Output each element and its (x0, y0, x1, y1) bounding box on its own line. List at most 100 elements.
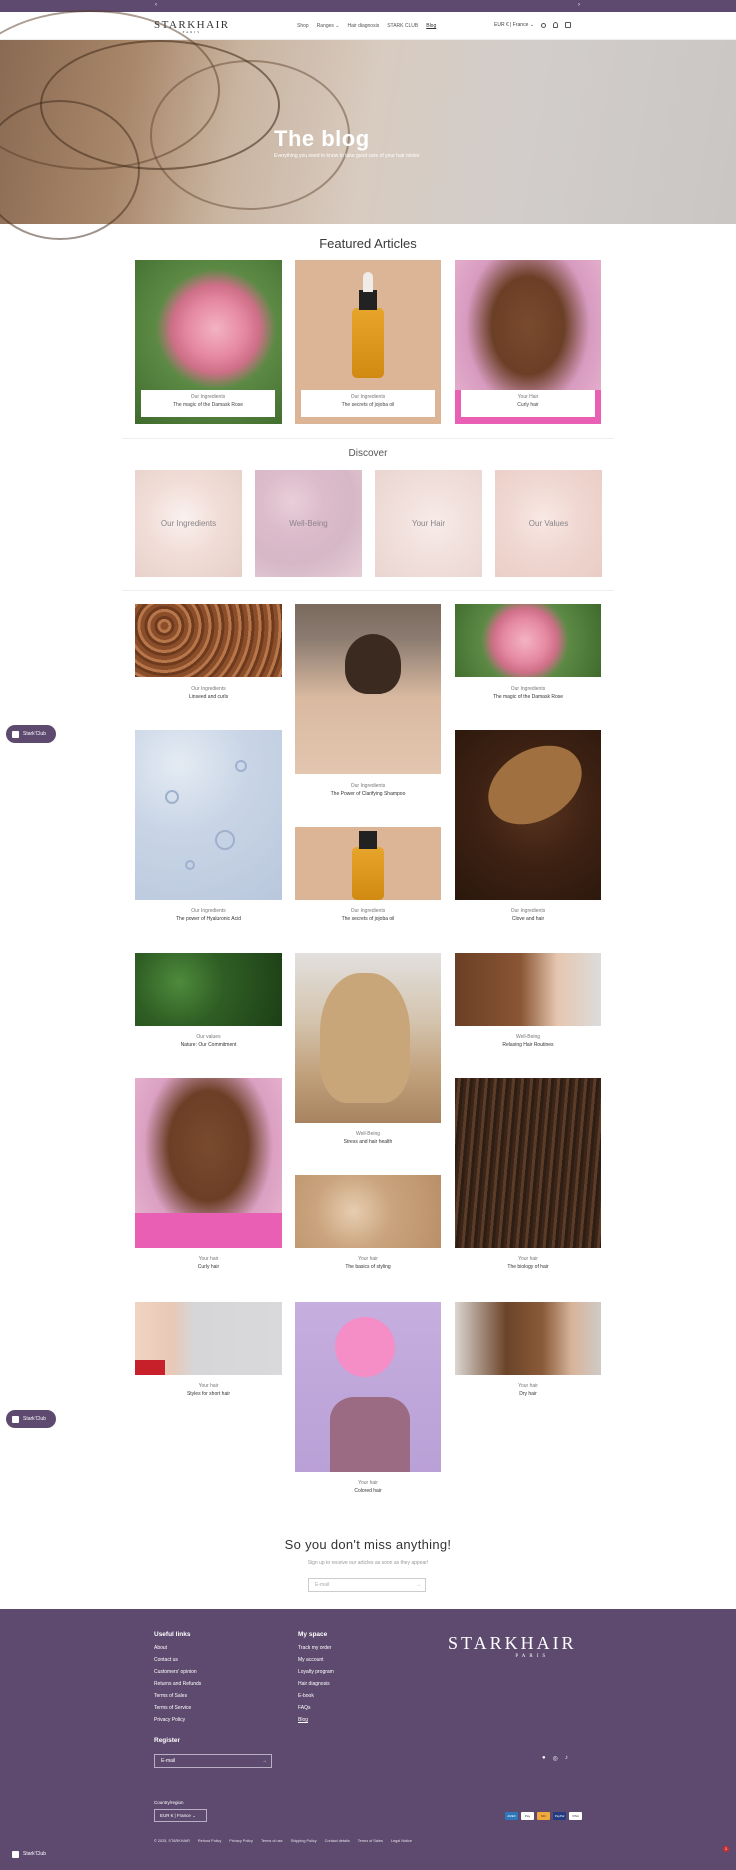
footer-link[interactable]: Terms of Sales (154, 1693, 201, 1699)
featured-card[interactable]: Our Ingredients The secrets of jojoba oil (295, 260, 441, 424)
stark-club-button[interactable]: Stark'Club (6, 1846, 56, 1862)
hero-banner: The blog Everything you need to know to … (0, 10, 736, 240)
article-caption[interactable]: Our Ingredients The magic of the Damask R… (455, 686, 601, 700)
nav-shop[interactable]: Shop (297, 23, 309, 29)
colored-hair-image[interactable] (295, 1302, 441, 1472)
featured-title: Featured Articles (319, 236, 417, 251)
featured-card[interactable]: Our Ingredients The magic of the Damask R… (135, 260, 282, 424)
article-caption[interactable]: Well-Being Relaxing Hair Routines (455, 1034, 601, 1048)
cart-icon[interactable] (564, 22, 571, 28)
account-icon[interactable] (552, 22, 558, 28)
my-space-links: My space Track my order My account Loyal… (298, 1631, 334, 1723)
dry-hair-image[interactable] (455, 1302, 601, 1375)
featured-caption: Our Ingredients The secrets of jojoba oil (301, 390, 435, 417)
article-caption[interactable]: Your hair The biology of hair (455, 1256, 601, 1270)
payment-icons: AMEX Pay MC PayPal VISA (505, 1812, 582, 1820)
discover-our-ingredients[interactable]: Our Ingredients (135, 470, 242, 577)
nav-stark-club[interactable]: STARK CLUB (387, 23, 418, 29)
legal-link[interactable]: Terms of Sales (358, 1839, 383, 1843)
footer-link[interactable]: Terms of Service (154, 1705, 201, 1711)
nav-ranges[interactable]: Ranges ⌄ (317, 23, 340, 29)
social-links: ● ◎ ♪ (542, 1755, 568, 1762)
nature-leaves-image[interactable] (135, 953, 282, 1026)
rose-image[interactable] (455, 604, 601, 677)
discover-well-being[interactable]: Well-Being (255, 470, 362, 577)
chevron-right-icon[interactable]: › (578, 2, 580, 8)
legal-link[interactable]: Terms of use (261, 1839, 283, 1843)
legal-links: © 2025, STARKHAIR Refund Policy Privacy … (154, 1839, 412, 1843)
search-icon[interactable] (540, 22, 546, 28)
arrow-right-icon[interactable]: → (416, 1582, 421, 1588)
article-caption[interactable]: Our Ingredients Clove and hair (455, 908, 601, 922)
article-caption[interactable]: Your hair Colored hair (295, 1480, 441, 1494)
short-hair-image[interactable] (135, 1302, 282, 1375)
legal-link[interactable]: Shipping Policy (291, 1839, 317, 1843)
footer-link[interactable]: Track my order (298, 1645, 334, 1651)
article-caption[interactable]: Your hair The basics of styling (295, 1256, 441, 1270)
stark-club-button[interactable]: Stark'Club (6, 1410, 56, 1428)
gift-icon (12, 730, 19, 738)
legal-link[interactable]: Legal Notice (391, 1839, 412, 1843)
nav-blog[interactable]: Blog (426, 23, 436, 29)
article-caption[interactable]: Your hair Dry hair (455, 1383, 601, 1397)
chevron-left-icon[interactable]: ‹ (155, 2, 157, 8)
chat-button[interactable]: 1 (710, 1846, 729, 1866)
footer-link[interactable]: E-book (298, 1693, 334, 1699)
jojoba-oil-image[interactable] (295, 827, 441, 900)
nav-hair-diagnosis[interactable]: Hair diagnosis (348, 23, 380, 29)
legal-link[interactable]: Contact details (325, 1839, 350, 1843)
country-selector[interactable]: EUR € | France ⌄ (154, 1809, 207, 1822)
legal-link[interactable]: Refund Policy (198, 1839, 221, 1843)
footer-link[interactable]: Customers' opinion (154, 1669, 201, 1675)
footer-link[interactable]: My account (298, 1657, 334, 1663)
article-caption[interactable]: Our Ingredients The power of Hyaluronic A… (135, 908, 282, 922)
styling-image[interactable] (295, 1175, 441, 1248)
footer-link[interactable]: Contact us (154, 1657, 201, 1663)
tiktok-icon[interactable]: ♪ (565, 1755, 568, 1762)
facebook-icon[interactable]: ● (542, 1755, 546, 1762)
relaxing-hair-image[interactable] (455, 953, 601, 1026)
linseed-image[interactable] (135, 604, 282, 677)
discover-your-hair[interactable]: Your Hair (375, 470, 482, 577)
footer-link[interactable]: Hair diagnosis (298, 1681, 334, 1687)
hyaluronic-acid-image[interactable] (135, 730, 282, 900)
useful-links: Useful links About Contact us Customers'… (154, 1631, 202, 1723)
footer-link[interactable]: Returns and Refunds (154, 1681, 201, 1687)
article-caption[interactable]: Our Ingredients The secrets of jojoba oil (295, 908, 441, 922)
stark-club-button[interactable]: Stark'Club (6, 725, 56, 743)
legal-link[interactable]: Privacy Policy (229, 1839, 253, 1843)
article-caption[interactable]: Our values Nature: Our Commitment (135, 1034, 282, 1048)
currency-selector[interactable]: EUR € | France ⌄ (494, 22, 534, 28)
footer-link[interactable]: FAQs (298, 1705, 334, 1711)
divider (122, 438, 614, 439)
curly-hair-image[interactable] (135, 1078, 282, 1248)
instagram-icon[interactable]: ◎ (553, 1755, 558, 1762)
article-caption[interactable]: Our Ingredients Linseed and curls (135, 686, 282, 700)
footer-link[interactable]: About (154, 1645, 201, 1651)
hair-biology-image[interactable] (455, 1078, 601, 1248)
newsletter-title: So you don't miss anything! (284, 1537, 452, 1552)
footer-link[interactable]: Loyalty program (298, 1669, 334, 1675)
paypal-icon: PayPal (553, 1812, 566, 1820)
clove-image[interactable] (455, 730, 601, 900)
divider (122, 590, 614, 591)
featured-card[interactable]: Your Hair Curly hair (455, 260, 601, 424)
discover-our-values[interactable]: Our Values (495, 470, 602, 577)
stress-hair-image[interactable] (295, 953, 441, 1123)
article-caption[interactable]: Your hair Styles for short hair (135, 1383, 282, 1397)
clarifying-shampoo-image[interactable] (295, 604, 441, 774)
register-email-input[interactable]: E-mail → (154, 1754, 272, 1768)
article-caption[interactable]: Your hair Curly hair (135, 1256, 282, 1270)
footer-logo[interactable]: STARKHAIR PARIS (448, 1633, 577, 1659)
footer-link[interactable]: Privacy Policy (154, 1717, 201, 1723)
arrow-right-icon[interactable]: → (262, 1758, 267, 1764)
article-caption[interactable]: Well-Being Stress and hair health (295, 1131, 441, 1145)
country-label: Country/region (154, 1800, 184, 1805)
gift-icon (12, 1850, 19, 1858)
register-title: Register (154, 1737, 181, 1744)
newsletter-email-input[interactable]: E-mail → (308, 1578, 426, 1592)
article-caption[interactable]: Our Ingredients The Power of Clarifying S… (295, 783, 441, 797)
hero-title: The blog (274, 126, 370, 151)
featured-caption: Your Hair Curly hair (461, 390, 595, 417)
footer-link[interactable]: Blog (298, 1717, 334, 1723)
